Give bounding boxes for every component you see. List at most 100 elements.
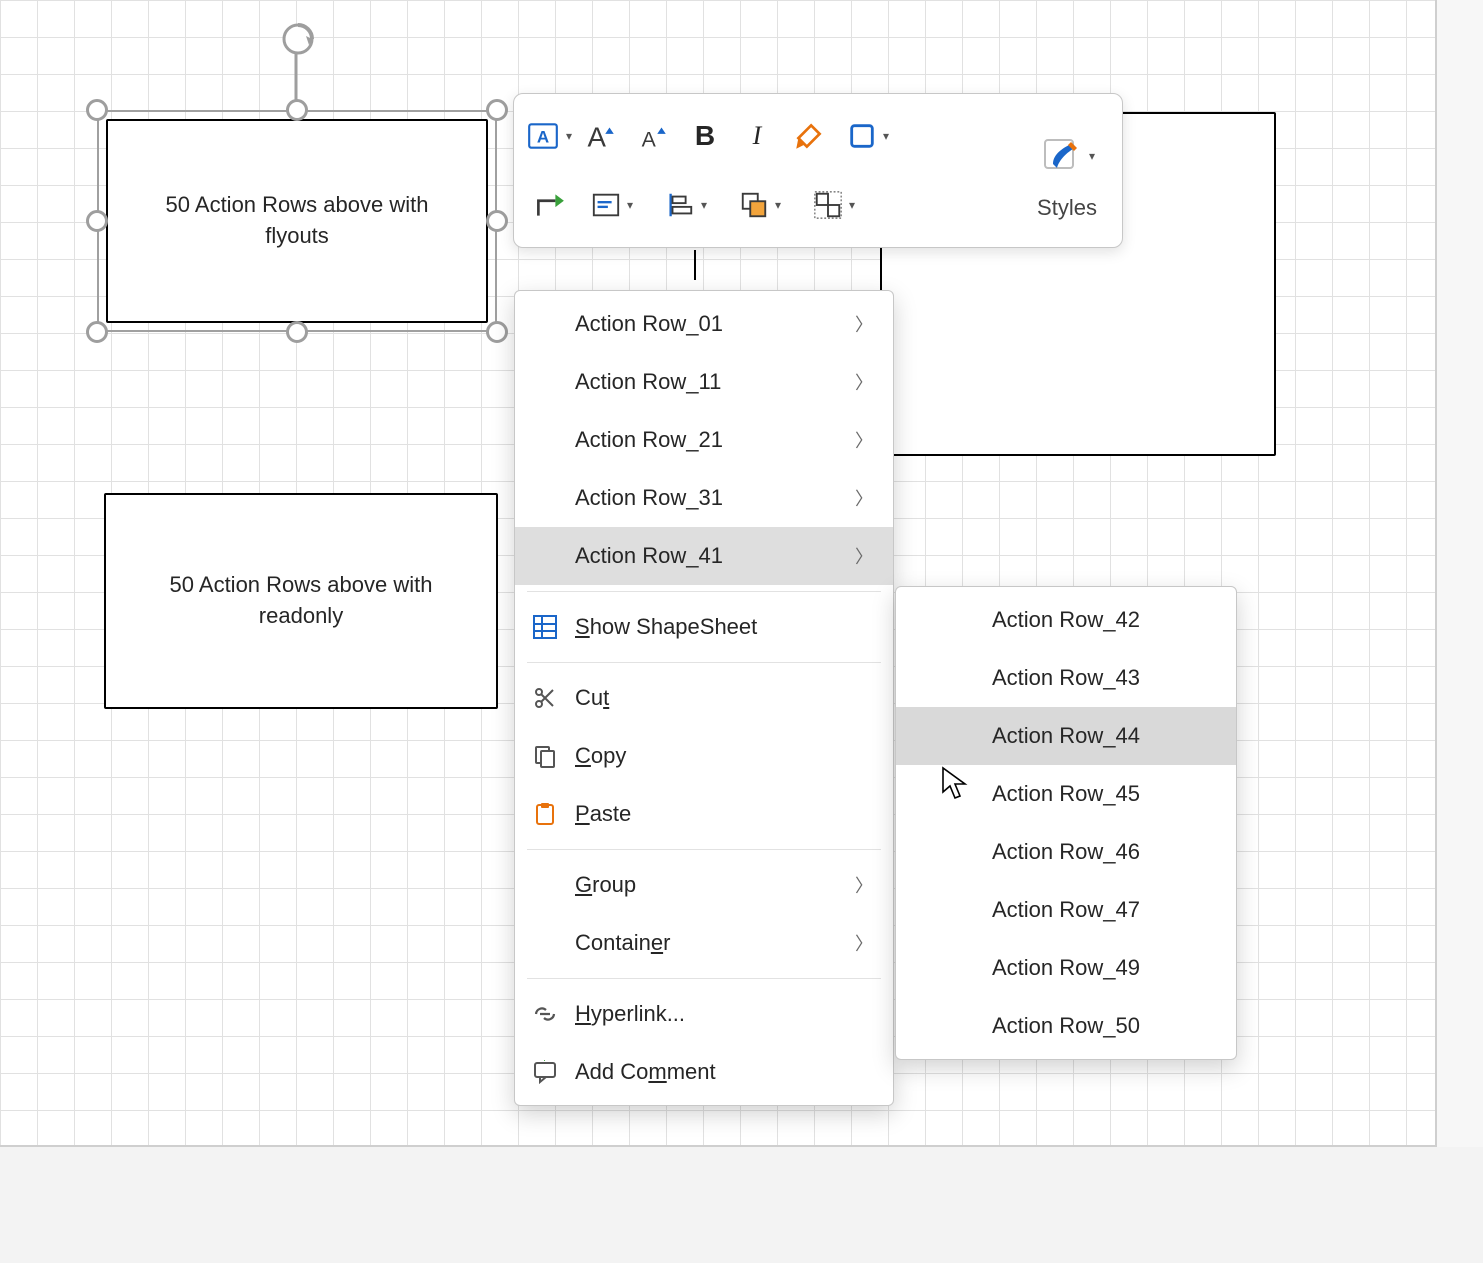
submenu-label: Action Row_42 <box>992 607 1140 633</box>
rotation-handle[interactable] <box>279 20 317 64</box>
chevron-down-icon: ▾ <box>1089 149 1095 163</box>
menu-item-action-row-31[interactable]: Action Row_31 〉 <box>515 469 893 527</box>
submenu-label: Action Row_46 <box>992 839 1140 865</box>
submenu-label: Action Row_50 <box>992 1013 1140 1039</box>
menu-item-action-row-21[interactable]: Action Row_21 〉 <box>515 411 893 469</box>
handle-w[interactable] <box>86 210 108 232</box>
chevron-down-icon: ▾ <box>627 198 633 212</box>
svg-text:A: A <box>537 128 549 147</box>
chevron-down-icon: ▾ <box>775 198 781 212</box>
copy-icon <box>529 744 561 768</box>
menu-label: Add Comment <box>575 1059 873 1085</box>
align-shapes-button[interactable]: ▾ <box>650 175 722 235</box>
menu-item-action-row-11[interactable]: Action Row_11 〉 <box>515 353 893 411</box>
menu-label: Action Row_11 <box>575 369 841 395</box>
link-icon <box>529 1004 561 1024</box>
chevron-right-icon: 〉 <box>855 369 873 395</box>
chevron-down-icon: ▾ <box>883 129 889 143</box>
menu-item-copy[interactable]: Copy <box>515 727 893 785</box>
text-align-button[interactable]: ▾ <box>576 175 648 235</box>
menu-item-paste[interactable]: Paste <box>515 785 893 843</box>
shape-flyouts[interactable]: 50 Action Rows above with flyouts <box>100 113 494 329</box>
comment-icon: + <box>529 1060 561 1084</box>
menu-item-action-row-41[interactable]: Action Row_41 〉 <box>515 527 893 585</box>
menu-item-cut[interactable]: Cut <box>515 669 893 727</box>
decrease-font-button[interactable]: A <box>628 106 678 166</box>
submenu-label: Action Row_47 <box>992 897 1140 923</box>
menu-label: Action Row_41 <box>575 543 841 569</box>
submenu-item-row-49[interactable]: Action Row_49 <box>896 939 1236 997</box>
menu-label: Group <box>575 872 841 898</box>
handle-ne[interactable] <box>486 99 508 121</box>
handle-se[interactable] <box>486 321 508 343</box>
menu-item-show-shapesheet[interactable]: Show ShapeSheet <box>515 598 893 656</box>
submenu-item-row-50[interactable]: Action Row_50 <box>896 997 1236 1055</box>
submenu-label: Action Row_44 <box>992 723 1140 749</box>
submenu-action-row-41: Action Row_42 Action Row_43 Action Row_4… <box>895 586 1237 1060</box>
menu-item-action-row-01[interactable]: Action Row_01 〉 <box>515 295 893 353</box>
menu-label: Hyperlink... <box>575 1001 873 1027</box>
menu-label: Container <box>575 930 841 956</box>
edit-text-button[interactable]: A ▾ <box>524 106 574 166</box>
handle-sw[interactable] <box>86 321 108 343</box>
menu-separator <box>527 978 881 979</box>
handle-n[interactable] <box>286 99 308 121</box>
group-objects-button[interactable]: ▾ <box>798 175 870 235</box>
context-menu: Action Row_01 〉 Action Row_11 〉 Action R… <box>514 290 894 1106</box>
chevron-right-icon: 〉 <box>855 485 873 511</box>
shape-fill-button[interactable]: ▾ <box>836 106 900 166</box>
submenu-label: Action Row_45 <box>992 781 1140 807</box>
styles-button[interactable]: ▾ <box>1032 121 1102 191</box>
ui-background <box>0 1147 1483 1263</box>
menu-item-hyperlink[interactable]: Hyperlink... <box>515 985 893 1043</box>
submenu-item-row-42[interactable]: Action Row_42 <box>896 591 1236 649</box>
svg-text:A: A <box>642 128 657 152</box>
menu-label: Paste <box>575 801 873 827</box>
shapesheet-icon <box>529 614 561 640</box>
format-painter-button[interactable] <box>784 106 834 166</box>
menu-label: Copy <box>575 743 873 769</box>
submenu-item-row-46[interactable]: Action Row_46 <box>896 823 1236 881</box>
chevron-right-icon: 〉 <box>855 872 873 898</box>
scissors-icon <box>529 686 561 710</box>
menu-item-add-comment[interactable]: + Add Comment <box>515 1043 893 1101</box>
submenu-label: Action Row_43 <box>992 665 1140 691</box>
submenu-item-row-45[interactable]: Action Row_45 <box>896 765 1236 823</box>
submenu-item-row-43[interactable]: Action Row_43 <box>896 649 1236 707</box>
mini-toolbar: A ▾ A A B I ▾ <box>513 93 1123 248</box>
submenu-label: Action Row_49 <box>992 955 1140 981</box>
menu-item-container[interactable]: Container 〉 <box>515 914 893 972</box>
svg-text:A: A <box>588 122 607 153</box>
svg-text:+: + <box>541 1060 548 1065</box>
paste-icon <box>529 802 561 826</box>
chevron-down-icon: ▾ <box>566 129 572 143</box>
submenu-item-row-47[interactable]: Action Row_47 <box>896 881 1236 939</box>
increase-font-button[interactable]: A <box>576 106 626 166</box>
chevron-right-icon: 〉 <box>855 543 873 569</box>
menu-label: Action Row_31 <box>575 485 841 511</box>
handle-nw[interactable] <box>86 99 108 121</box>
handle-s[interactable] <box>286 321 308 343</box>
arrange-front-button[interactable]: ▾ <box>724 175 796 235</box>
shape-readonly[interactable]: 50 Action Rows above with readonly <box>104 493 498 709</box>
menu-label: Cut <box>575 685 873 711</box>
italic-button[interactable]: I <box>732 106 782 166</box>
menu-label: Action Row_21 <box>575 427 841 453</box>
menu-separator <box>527 662 881 663</box>
chevron-down-icon: ▾ <box>701 198 707 212</box>
shape-connector-stub <box>694 250 696 280</box>
chevron-right-icon: 〉 <box>855 311 873 337</box>
chevron-right-icon: 〉 <box>855 427 873 453</box>
shape-flyouts-text: 50 Action Rows above with flyouts <box>134 190 460 252</box>
connector-type-button[interactable] <box>524 175 574 235</box>
menu-separator <box>527 849 881 850</box>
submenu-item-row-44[interactable]: Action Row_44 <box>896 707 1236 765</box>
menu-item-group[interactable]: Group 〉 <box>515 856 893 914</box>
chevron-down-icon: ▾ <box>849 198 855 212</box>
menu-label: Action Row_01 <box>575 311 841 337</box>
styles-label: Styles <box>1037 195 1097 221</box>
menu-label: Show ShapeSheet <box>575 614 873 640</box>
shape-readonly-text: 50 Action Rows above with readonly <box>126 570 476 632</box>
bold-button[interactable]: B <box>680 106 730 166</box>
handle-e[interactable] <box>486 210 508 232</box>
